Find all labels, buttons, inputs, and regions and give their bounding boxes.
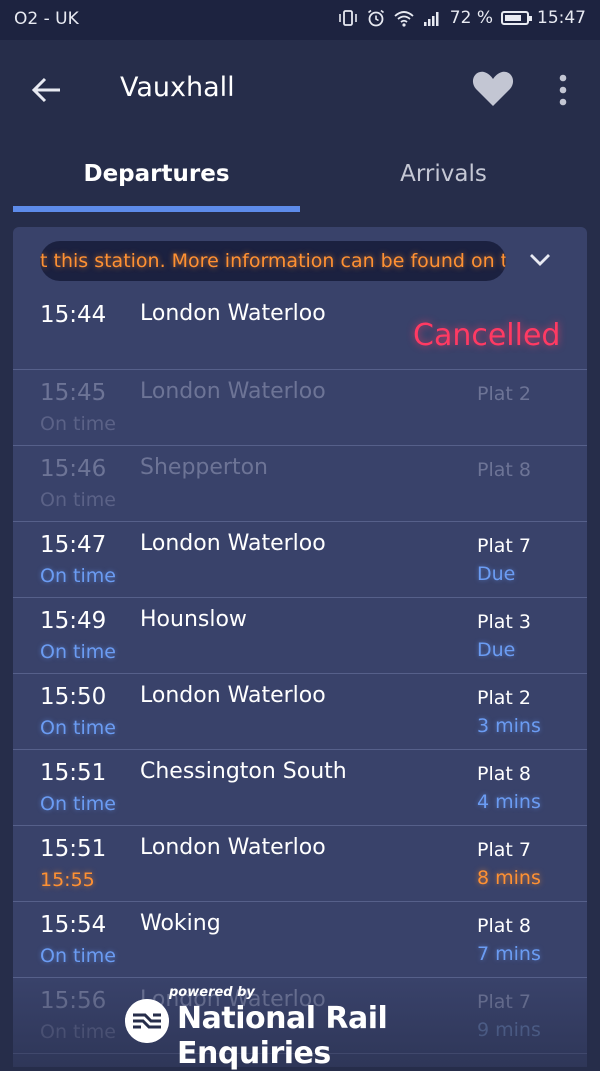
back-arrow-icon[interactable]	[26, 68, 70, 112]
departure-status: On time	[40, 945, 116, 967]
departure-row[interactable]: 15:54 Woking On time Plat 8 7 mins	[13, 902, 587, 978]
departure-eta: Due	[477, 563, 516, 585]
departure-time: 15:56	[40, 988, 107, 1014]
national-rail-logo-icon	[125, 999, 169, 1043]
departure-eta: 4 mins	[477, 791, 541, 813]
cancelled-label: Cancelled	[413, 318, 561, 353]
departure-platform: Plat 7	[477, 535, 531, 557]
departure-platform: Plat 7	[477, 991, 531, 1013]
departure-destination: London Waterloo	[140, 835, 326, 860]
app-bar: Vauxhall	[0, 40, 600, 140]
more-vertical-icon[interactable]	[548, 70, 578, 110]
departure-destination: Shepperton	[140, 455, 268, 480]
service-alert-banner[interactable]: t this station. More information can be …	[40, 241, 506, 281]
departure-time: 15:50	[40, 684, 107, 710]
alarm-icon	[367, 9, 384, 27]
departure-platform: Plat 8	[477, 459, 531, 481]
departure-time: 15:49	[40, 608, 107, 634]
departure-eta: 3 mins	[477, 715, 541, 737]
status-icons: 72 % 15:47	[338, 8, 586, 28]
departure-platform: Plat 7	[477, 839, 531, 861]
departure-row[interactable]: 15:49 Hounslow On time Plat 3 Due	[13, 598, 587, 674]
departure-time: 15:44	[40, 302, 107, 328]
departure-row[interactable]: 15:50 London Waterloo On time Plat 2 3 m…	[13, 674, 587, 750]
departure-status: On time	[40, 413, 116, 435]
tab-indicator	[13, 206, 300, 212]
departure-platform: Plat 8	[477, 763, 531, 785]
departure-destination: Chessington South	[140, 759, 347, 784]
departure-time: 15:45	[40, 380, 107, 406]
departure-row[interactable]: 15:47 London Waterloo On time Plat 7 Due	[13, 522, 587, 598]
departure-destination: London Waterloo	[140, 683, 326, 708]
departure-time: 15:51	[40, 836, 107, 862]
tab-departures[interactable]: Departures	[13, 140, 300, 214]
departure-row[interactable]: 15:51 London Waterloo 15:55 Plat 7 8 min…	[13, 826, 587, 902]
departure-row[interactable]: 15:44 London Waterloo Cancelled	[13, 292, 587, 370]
departure-eta: Due	[477, 639, 516, 661]
departure-status: On time	[40, 641, 116, 663]
departure-time: 15:54	[40, 912, 107, 938]
departure-status: On time	[40, 489, 116, 511]
vibrate-icon	[338, 10, 357, 26]
carrier-label: O2 - UK	[14, 9, 79, 29]
departure-eta: 9 mins	[477, 1019, 541, 1041]
departure-destination: London Waterloo	[140, 531, 326, 556]
departure-status: On time	[40, 717, 116, 739]
status-bar: O2 - UK 72 % 15:47	[0, 0, 600, 40]
departures-card: t this station. More information can be …	[13, 227, 587, 1067]
clock: 15:47	[537, 8, 586, 28]
departure-status: On time	[40, 1021, 116, 1043]
departure-status: On time	[40, 793, 116, 815]
battery-percent: 72 %	[449, 8, 493, 28]
service-alert-text: t this station. More information can be …	[40, 250, 506, 272]
wifi-icon	[394, 11, 414, 27]
chevron-down-icon[interactable]	[525, 245, 555, 275]
departure-destination: London Waterloo	[140, 379, 326, 404]
departure-destination: London Waterloo	[140, 301, 326, 326]
tab-arrivals[interactable]: Arrivals	[300, 140, 587, 214]
departure-destination: Woking	[140, 911, 221, 936]
departure-platform: Plat 2	[477, 687, 531, 709]
departure-row[interactable]: 15:51 Chessington South On time Plat 8 4…	[13, 750, 587, 826]
departure-row[interactable]: 15:45 London Waterloo On time Plat 2	[13, 370, 587, 446]
departure-time: 15:47	[40, 532, 107, 558]
departure-eta: 7 mins	[477, 943, 541, 965]
departure-eta: 8 mins	[477, 867, 541, 889]
signal-icon	[423, 12, 439, 26]
departure-platform: Plat 3	[477, 611, 531, 633]
heart-icon[interactable]	[470, 66, 516, 112]
departure-time: 15:51	[40, 760, 107, 786]
departure-platform: Plat 2	[477, 383, 531, 405]
tab-bar: Departures Arrivals	[0, 140, 600, 214]
departure-time: 15:46	[40, 456, 107, 482]
departure-row[interactable]: 15:46 Shepperton On time Plat 8	[13, 446, 587, 522]
brand-name: National Rail Enquiries	[177, 1001, 388, 1071]
departure-destination: Hounslow	[140, 607, 247, 632]
expected-time: 15:55	[40, 869, 95, 891]
powered-by-label: powered by	[169, 985, 255, 1000]
national-rail-logo: powered by National Rail Enquiries	[125, 985, 485, 1071]
departure-platform: Plat 8	[477, 915, 531, 937]
battery-icon	[501, 11, 532, 25]
departure-status: On time	[40, 565, 116, 587]
station-title: Vauxhall	[120, 72, 235, 103]
